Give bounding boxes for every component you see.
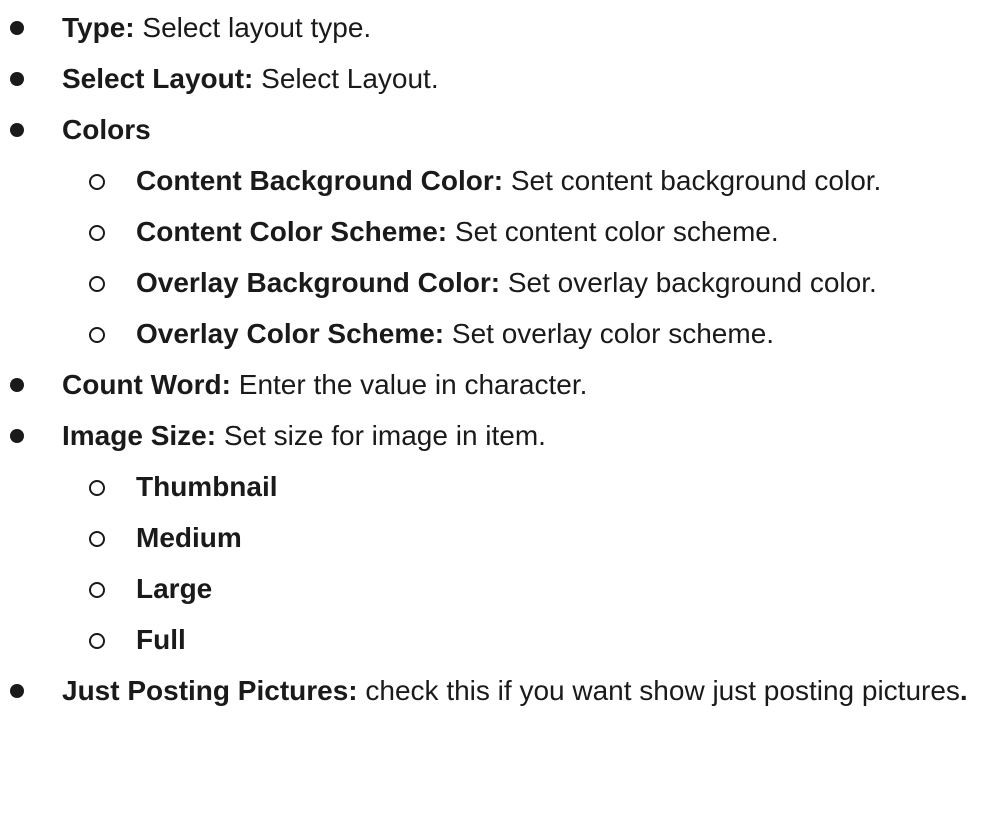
list-item-colors: Colors Content Background Color: Set con… bbox=[0, 109, 1006, 354]
item-term: Just Posting Pictures: bbox=[62, 675, 358, 706]
sublist-item-content-background-color: Content Background Color: Set content ba… bbox=[0, 160, 986, 201]
sublist-item-overlay-background-color: Overlay Background Color: Set overlay ba… bbox=[0, 262, 986, 303]
item-description: Set size for image in item. bbox=[216, 420, 546, 451]
bullet-disc-icon bbox=[10, 72, 24, 86]
sublist-item-overlay-color-scheme: Overlay Color Scheme: Set overlay color … bbox=[0, 313, 986, 354]
item-term: Thumbnail bbox=[136, 471, 278, 502]
item-term: Overlay Color Scheme: bbox=[136, 318, 445, 349]
list-item-image-size: Image Size: Set size for image in item. … bbox=[0, 415, 1006, 660]
bullet-circle-icon bbox=[89, 174, 105, 190]
item-description: Select layout type. bbox=[134, 12, 372, 43]
bullet-circle-icon bbox=[89, 582, 105, 598]
list-item-just-posting-pictures: Just Posting Pictures: check this if you… bbox=[0, 670, 1006, 711]
bullet-disc-icon bbox=[10, 378, 24, 392]
document-page: Type: Select layout type. Select Layout:… bbox=[0, 0, 1006, 839]
bullet-disc-icon bbox=[10, 21, 24, 35]
sublist-item-thumbnail: Thumbnail bbox=[0, 466, 986, 507]
sublist-item-medium: Medium bbox=[0, 517, 986, 558]
item-term: Overlay Background Color: bbox=[136, 267, 501, 298]
item-term: Content Color Scheme: bbox=[136, 216, 448, 247]
item-description: Select Layout. bbox=[253, 63, 439, 94]
item-term: Type: bbox=[62, 12, 135, 43]
bullet-circle-icon bbox=[89, 633, 105, 649]
bullet-circle-icon bbox=[89, 480, 105, 496]
item-end-period: . bbox=[959, 675, 968, 706]
list-item-count-word: Count Word: Enter the value in character… bbox=[0, 364, 1006, 405]
item-term: Image Size: bbox=[62, 420, 217, 451]
bullet-circle-icon bbox=[89, 531, 105, 547]
list-item-type: Type: Select layout type. bbox=[0, 7, 1006, 48]
item-description: Set content color scheme. bbox=[447, 216, 779, 247]
bullet-circle-icon bbox=[89, 276, 105, 292]
image-size-sublist: Thumbnail Medium Large Full bbox=[62, 466, 986, 660]
bullet-disc-icon bbox=[10, 684, 24, 698]
item-term: Full bbox=[136, 624, 186, 655]
bullet-disc-icon bbox=[10, 123, 24, 137]
item-term: Content Background Color: bbox=[136, 165, 504, 196]
settings-list: Type: Select layout type. Select Layout:… bbox=[0, 7, 1006, 711]
item-term: Count Word: bbox=[62, 369, 231, 400]
bullet-circle-icon bbox=[89, 327, 105, 343]
item-description: Set overlay background color. bbox=[500, 267, 877, 298]
bullet-disc-icon bbox=[10, 429, 24, 443]
sublist-item-full: Full bbox=[0, 619, 986, 660]
item-description: Enter the value in character. bbox=[230, 369, 588, 400]
item-term: Medium bbox=[136, 522, 242, 553]
list-item-select-layout: Select Layout: Select Layout. bbox=[0, 58, 1006, 99]
item-description: Set overlay color scheme. bbox=[444, 318, 775, 349]
sublist-item-content-color-scheme: Content Color Scheme: Set content color … bbox=[0, 211, 986, 252]
bullet-circle-icon bbox=[89, 225, 105, 241]
item-description: check this if you want show just posting… bbox=[357, 675, 960, 706]
item-term: Colors bbox=[62, 114, 151, 145]
item-description: Set content background color. bbox=[503, 165, 882, 196]
colors-sublist: Content Background Color: Set content ba… bbox=[62, 160, 986, 354]
sublist-item-large: Large bbox=[0, 568, 986, 609]
item-term: Select Layout: bbox=[62, 63, 254, 94]
item-term: Large bbox=[136, 573, 213, 604]
